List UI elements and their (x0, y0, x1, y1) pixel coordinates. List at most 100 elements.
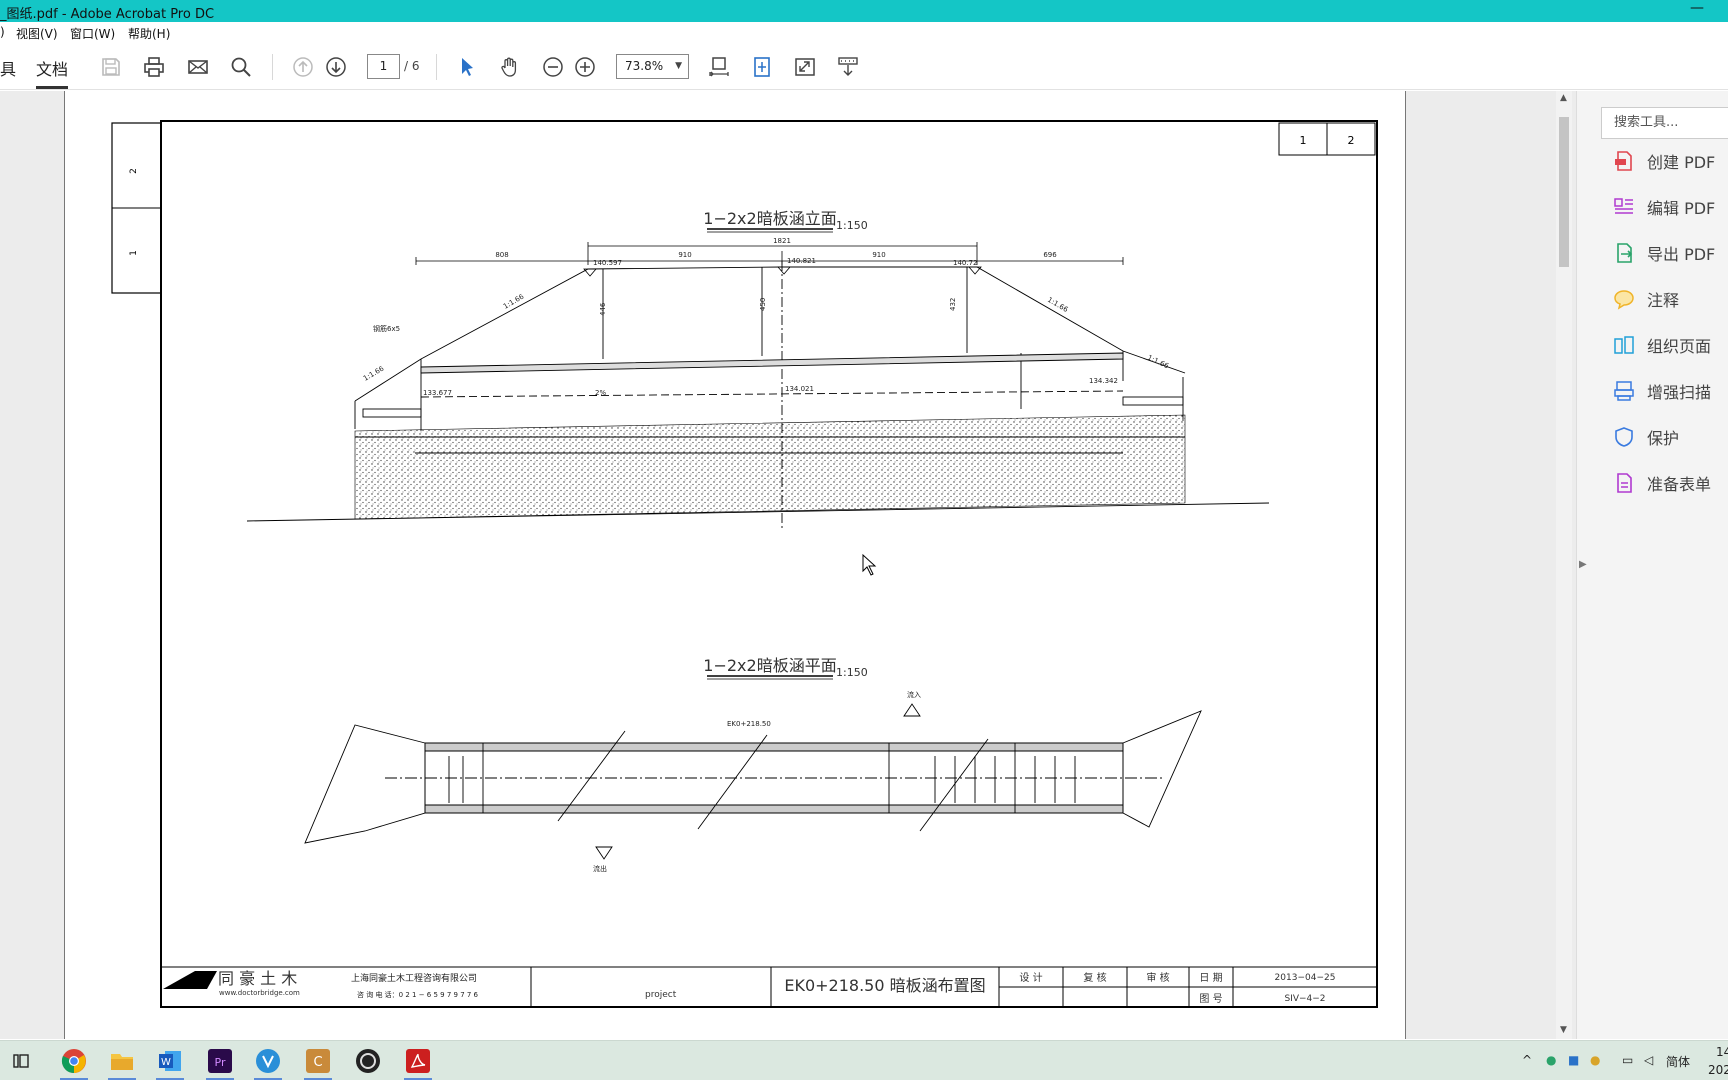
acrobat-icon[interactable] (402, 1045, 434, 1080)
collapse-panel-icon[interactable]: ▶ (1579, 559, 1587, 570)
tool-label: 创建 PDF (1647, 153, 1716, 172)
zoom-level-select[interactable]: 73.8% ▼ (616, 54, 689, 79)
design-label: 设 计 (1019, 971, 1042, 984)
menu-item-help[interactable]: 帮助(H) (128, 25, 170, 42)
volume-icon[interactable]: ◁ (1644, 1053, 1653, 1067)
company-website: www.doctorbridge.com (219, 989, 300, 997)
scroll-down-icon[interactable]: ▼ (1560, 1025, 1567, 1035)
sheet-number-2: 2 (1348, 134, 1355, 147)
ime-indicator[interactable]: 简体 (1666, 1053, 1690, 1070)
steel-label: 钢筋6x5 (373, 324, 400, 333)
clock-date[interactable]: 202 (1708, 1063, 1728, 1077)
word-icon[interactable]: W (154, 1045, 186, 1080)
tool-label: 保护 (1647, 429, 1680, 448)
read-mode-icon[interactable] (835, 54, 861, 80)
dim-910-a: 910 (678, 251, 691, 259)
tray-expand-icon[interactable]: ^ (1522, 1053, 1532, 1067)
app-c-icon[interactable]: C (302, 1045, 334, 1080)
tool-create-pdf[interactable]: 创建 PDF (1613, 147, 1715, 175)
mouse-cursor-icon (862, 553, 877, 576)
document-area: 2 1 1 2 1−2x2暗板涵立面 1:150 808 910 910 696… (0, 91, 1576, 1039)
slope-right: 1:1.66 (1046, 296, 1070, 314)
tool-export-pdf[interactable]: 导出 PDF (1613, 239, 1715, 267)
create-pdf-icon (1615, 151, 1632, 171)
zoom-out-icon[interactable] (540, 54, 566, 80)
page-number-input[interactable]: 1 (367, 54, 400, 79)
elev-14072: 140.72 (953, 259, 978, 267)
task-view-icon[interactable] (6, 1045, 38, 1077)
app-v-icon[interactable] (252, 1045, 284, 1080)
menu-bar: ) 视图(V) 窗口(W) 帮助(H) (0, 22, 1728, 44)
elev-133677: 133.677 (423, 389, 452, 397)
comment-icon (1614, 290, 1634, 310)
save-icon[interactable] (98, 54, 124, 80)
full-screen-icon[interactable] (792, 54, 818, 80)
slope-left-lower: 1:1.66 (362, 364, 386, 382)
tool-label: 增强扫描 (1647, 383, 1712, 402)
chrome-icon[interactable] (58, 1045, 90, 1080)
main-toolbar: 具 文档 1 / 6 73.8% ▼ (0, 44, 1728, 90)
window-title: _图纸.pdf - Adobe Acrobat Pro DC (0, 7, 215, 22)
file-explorer-icon[interactable] (106, 1045, 138, 1080)
tool-label: 组织页面 (1647, 337, 1712, 356)
menu-item-view[interactable]: 视图(V) (16, 25, 58, 42)
elevation-title: 1−2x2暗板涵立面 (703, 209, 836, 228)
title-bar: _图纸.pdf - Adobe Acrobat Pro DC — (0, 0, 1728, 22)
email-icon[interactable] (185, 54, 211, 80)
plan-station: EK0+218.50 (727, 720, 771, 728)
dim-910-b: 910 (872, 251, 885, 259)
previous-page-icon[interactable] (290, 54, 316, 80)
tool-comment[interactable]: 注释 (1613, 285, 1679, 313)
tool-enhance-scan[interactable]: 增强扫描 (1613, 377, 1711, 405)
tool-label: 准备表单 (1647, 475, 1712, 494)
tool-prepare-form[interactable]: 准备表单 (1613, 469, 1711, 497)
drawing-name: EK0+218.50 暗板涵布置图 (784, 976, 985, 995)
scrollbar-thumb[interactable] (1559, 117, 1569, 267)
print-icon[interactable] (141, 54, 167, 80)
tab-document[interactable]: 文档 (36, 56, 69, 89)
clock-time[interactable]: 14 (1716, 1045, 1728, 1059)
taskbar: W Pr C ^ ● ■ ● ▭ ◁ 简体 14 202 (0, 1040, 1728, 1080)
obs-icon[interactable] (352, 1045, 384, 1077)
plan-flow-in: 流入 (907, 690, 921, 699)
next-page-icon[interactable] (323, 54, 349, 80)
hand-tool-icon[interactable] (497, 54, 523, 80)
prepare-form-icon (1617, 473, 1632, 493)
plan-scale: 1:150 (836, 666, 868, 679)
page-total: / 6 (404, 59, 420, 73)
scroll-up-icon[interactable]: ▲ (1560, 93, 1567, 103)
search-icon[interactable] (228, 54, 254, 80)
elev-134021: 134.021 (785, 385, 814, 393)
svg-text:C: C (313, 1055, 322, 1070)
enhance-scan-icon (1614, 381, 1634, 401)
vertical-scrollbar[interactable]: ▲ ▼ (1556, 91, 1572, 1039)
zoom-level-value: 73.8% (625, 59, 664, 73)
tool-edit-pdf[interactable]: 编辑 PDF (1613, 193, 1715, 221)
zoom-in-icon[interactable] (572, 54, 598, 80)
slope-right-lower: 1:1.66 (1146, 354, 1170, 371)
tool-organize-pages[interactable]: 组织页面 (1613, 331, 1711, 359)
project-label: project (645, 990, 677, 1000)
premiere-icon[interactable]: Pr (204, 1045, 236, 1080)
plan-flow-out: 流出 (593, 864, 607, 873)
protect-icon (1615, 427, 1633, 447)
select-cursor-icon[interactable] (454, 54, 480, 80)
fit-page-icon[interactable] (749, 54, 775, 80)
dim-696: 696 (1043, 251, 1057, 259)
menu-item-fragment[interactable]: ) (0, 25, 5, 39)
fit-width-icon[interactable] (706, 54, 732, 80)
wechat-tray-icon[interactable]: ● (1546, 1053, 1556, 1067)
edit-pdf-icon (1614, 198, 1633, 214)
tab-tools[interactable]: 具 (0, 56, 16, 80)
tray-app-icon[interactable]: ■ (1568, 1053, 1579, 1067)
tool-label: 导出 PDF (1647, 245, 1716, 264)
search-tools-input[interactable]: 搜索工具... (1601, 107, 1728, 139)
tool-protect[interactable]: 保护 (1613, 423, 1679, 451)
organize-pages-icon (1614, 336, 1634, 354)
tools-panel: ▶ 搜索工具... 创建 PDF 编辑 PDF 导出 PDF 注释 组织页面 增… (1576, 91, 1728, 1039)
weather-tray-icon[interactable]: ● (1590, 1053, 1600, 1067)
menu-item-window[interactable]: 窗口(W) (70, 25, 115, 42)
toolbar-separator (436, 54, 437, 80)
minimize-button[interactable]: — (1690, 0, 1704, 16)
network-icon[interactable]: ▭ (1622, 1053, 1633, 1067)
